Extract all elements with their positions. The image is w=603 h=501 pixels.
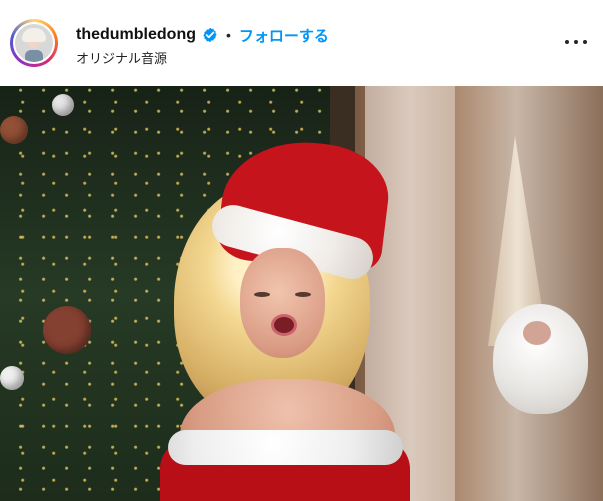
username-link[interactable]: thedumbledong (76, 26, 196, 44)
separator-dot: • (225, 27, 231, 43)
avatar-image (13, 22, 55, 64)
left-eye (254, 292, 270, 297)
white-fur-trim (168, 430, 403, 465)
face (240, 248, 325, 358)
follow-button[interactable]: フォローする (239, 25, 329, 46)
verified-badge-icon (203, 27, 217, 43)
open-mouth (271, 314, 297, 336)
instagram-post: thedumbledong • フォローする オリジナル音源 (0, 0, 603, 501)
person (160, 132, 420, 501)
ornament (52, 94, 74, 116)
more-dot (565, 40, 569, 44)
right-eye (295, 292, 311, 297)
more-options-icon[interactable] (565, 36, 587, 48)
audio-label[interactable]: オリジナル音源 (76, 48, 167, 67)
gnome-nose (523, 321, 551, 345)
ornament (0, 366, 24, 390)
post-header: thedumbledong • フォローする オリジナル音源 (0, 0, 603, 86)
ornament (0, 116, 28, 144)
username-row: thedumbledong • フォローする (76, 24, 329, 46)
profile-avatar[interactable] (10, 19, 58, 67)
post-image[interactable] (0, 86, 603, 501)
more-dot (583, 40, 587, 44)
more-dot (574, 40, 578, 44)
ornament (43, 306, 91, 354)
